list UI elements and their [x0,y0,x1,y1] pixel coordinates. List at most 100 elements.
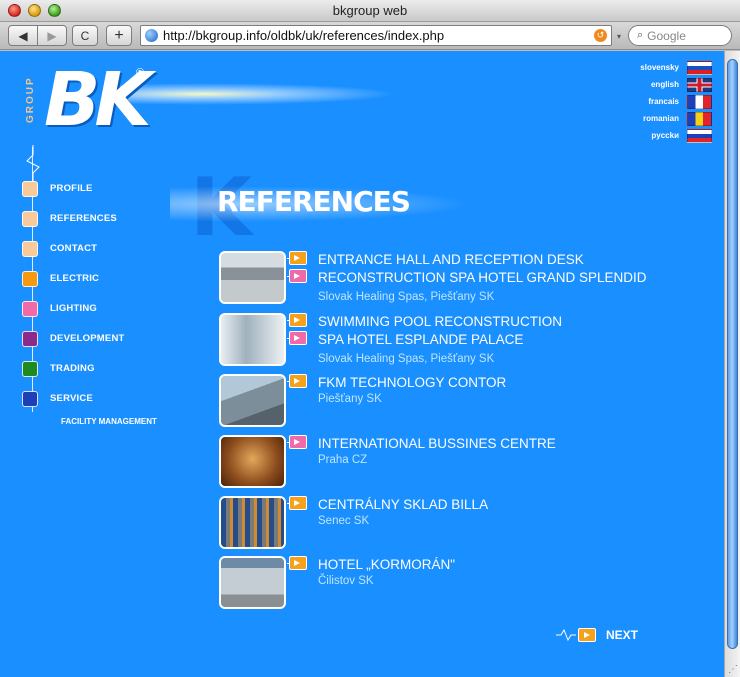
reference-title[interactable]: ENTRANCE HALL AND RECEPTION DESK [318,251,584,269]
language-selector: slovensky english francais romanian pycc… [600,59,712,144]
nav-color-square [22,241,38,257]
reference-arrows [287,435,307,453]
nav-label[interactable]: PROFILE [50,181,93,197]
registered-mark: ® [136,67,145,79]
pink-arrow-icon[interactable] [287,331,307,345]
window-title: bkgroup web [332,3,408,18]
resize-grip-icon[interactable]: ⋰ [728,664,738,675]
reference-thumbnail[interactable] [219,496,286,549]
language-label[interactable]: english [651,80,679,89]
back-button[interactable]: ◀ [8,25,38,46]
next-link[interactable]: NEXT [556,628,638,642]
orange-arrow-icon[interactable] [287,251,307,265]
reference-thumbnail[interactable] [219,374,286,427]
nav-item-lighting[interactable]: LIGHTING [22,301,202,331]
next-arrow-icon[interactable] [578,628,596,642]
logo-flare [118,83,398,105]
nav-sublabel[interactable]: FACILITY MANAGEMENT [61,417,157,426]
page-title: REFERENCES [217,185,411,218]
reference-thumbnail[interactable] [219,313,286,366]
reference-title[interactable]: CENTRÁLNY SKLAD BILLA [318,496,488,514]
forward-arrow-icon: ▶ [47,28,57,43]
language-label[interactable]: romanian [643,114,679,123]
orange-arrow-icon[interactable] [287,313,307,327]
pink-arrow-icon[interactable] [287,435,307,449]
uk-flag-icon[interactable] [687,77,712,92]
nav-color-square [22,331,38,347]
nav-label[interactable]: ELECTRIC [50,271,99,287]
scroll-thumb[interactable] [727,59,738,649]
nav-label[interactable]: CONTACT [50,241,97,257]
pink-arrow-icon[interactable] [287,269,307,283]
reference-thumbnail[interactable] [219,556,286,609]
orange-arrow-icon[interactable] [287,374,307,388]
language-item[interactable]: slovensky [600,59,712,76]
french-flag-icon[interactable] [687,94,712,109]
title-bar: bkgroup web [0,0,740,22]
logo-group-text: GROUP [25,76,36,124]
russian-flag-icon[interactable] [687,128,712,143]
nav-color-square [22,181,38,197]
reference-thumbnail[interactable] [219,435,286,488]
search-placeholder: Google [647,28,686,43]
search-icon: ⌕ [637,29,644,41]
add-bookmark-button[interactable]: + [106,25,132,46]
reference-location: Slovak Healing Spas, Piešťany SK [318,291,495,303]
reference-title[interactable]: INTERNATIONAL BUSSINES CENTRE [318,435,556,453]
reference-location: Slovak Healing Spas, Piešťany SK [318,353,495,365]
nav-item-trading[interactable]: TRADING [22,361,202,391]
reference-title[interactable]: SPA HOTEL ESPLANDE PALACE [318,331,523,349]
reload-button[interactable]: C [72,25,98,46]
next-label[interactable]: NEXT [606,628,638,642]
reference-arrows [287,374,307,392]
language-label[interactable]: slovensky [640,63,679,72]
reference-title[interactable]: HOTEL „KORMORÁN" [318,556,455,574]
romanian-flag-icon[interactable] [687,111,712,126]
search-field[interactable]: ⌕ Google [628,25,732,46]
reference-title[interactable]: FKM TECHNOLOGY CONTOR [318,374,506,392]
language-item[interactable]: pycckи [600,127,712,144]
nav-label[interactable]: SERVICE [50,391,93,407]
nav-color-square [22,271,38,287]
address-text[interactable]: http://bkgroup.info/oldbk/uk/references/… [163,28,594,43]
snapback-icon[interactable]: ↺ [594,29,607,42]
nav-item-development[interactable]: DEVELOPMENT [22,331,202,361]
vertical-scrollbar[interactable]: ⋰ [724,51,740,677]
language-item[interactable]: francais [600,93,712,110]
orange-arrow-icon[interactable] [287,496,307,510]
reference-arrows [287,313,307,349]
orange-arrow-icon[interactable] [287,556,307,570]
nav-color-square [22,361,38,377]
nav-label[interactable]: TRADING [50,361,95,377]
nav-color-square [22,211,38,227]
nav-item-service[interactable]: SERVICE FACILITY MANAGEMENT [22,391,202,426]
language-item[interactable]: romanian [600,110,712,127]
bk-logo[interactable]: BK [44,57,152,143]
nav-label[interactable]: LIGHTING [50,301,97,317]
nav-item-electric[interactable]: ELECTRIC [22,271,202,301]
reference-location: Praha CZ [318,454,368,466]
address-bar[interactable]: http://bkgroup.info/oldbk/uk/references/… [140,25,612,46]
language-label[interactable]: francais [648,97,679,106]
reference-title[interactable]: RECONSTRUCTION SPA HOTEL GRAND SPLENDID [318,269,647,287]
nav-item-contact[interactable]: CONTACT [22,241,202,271]
search-menu-icon[interactable]: ▾ [617,32,621,41]
nav-color-square [22,301,38,317]
reference-location: Senec SK [318,515,370,527]
reference-arrows [287,496,307,514]
page-viewport: GROUP BK ® slovensky english francais ro… [0,51,724,677]
zigzag-icon [26,145,40,185]
language-label[interactable]: pycckи [651,131,679,140]
nav-label[interactable]: REFERENCES [50,211,117,227]
forward-button[interactable]: ▶ [37,25,67,46]
reference-location: Piešťany SK [318,393,382,405]
nav-label[interactable]: DEVELOPMENT [50,331,125,347]
browser-toolbar: ◀ ▶ C + http://bkgroup.info/oldbk/uk/ref… [0,22,740,50]
slovak-flag-icon[interactable] [687,60,712,75]
reference-arrows [287,556,307,574]
back-arrow-icon: ◀ [18,28,28,43]
reference-thumbnail[interactable] [219,251,286,304]
reference-title[interactable]: SWIMMING POOL RECONSTRUCTION [318,313,562,331]
reference-arrows [287,251,307,287]
language-item[interactable]: english [600,76,712,93]
